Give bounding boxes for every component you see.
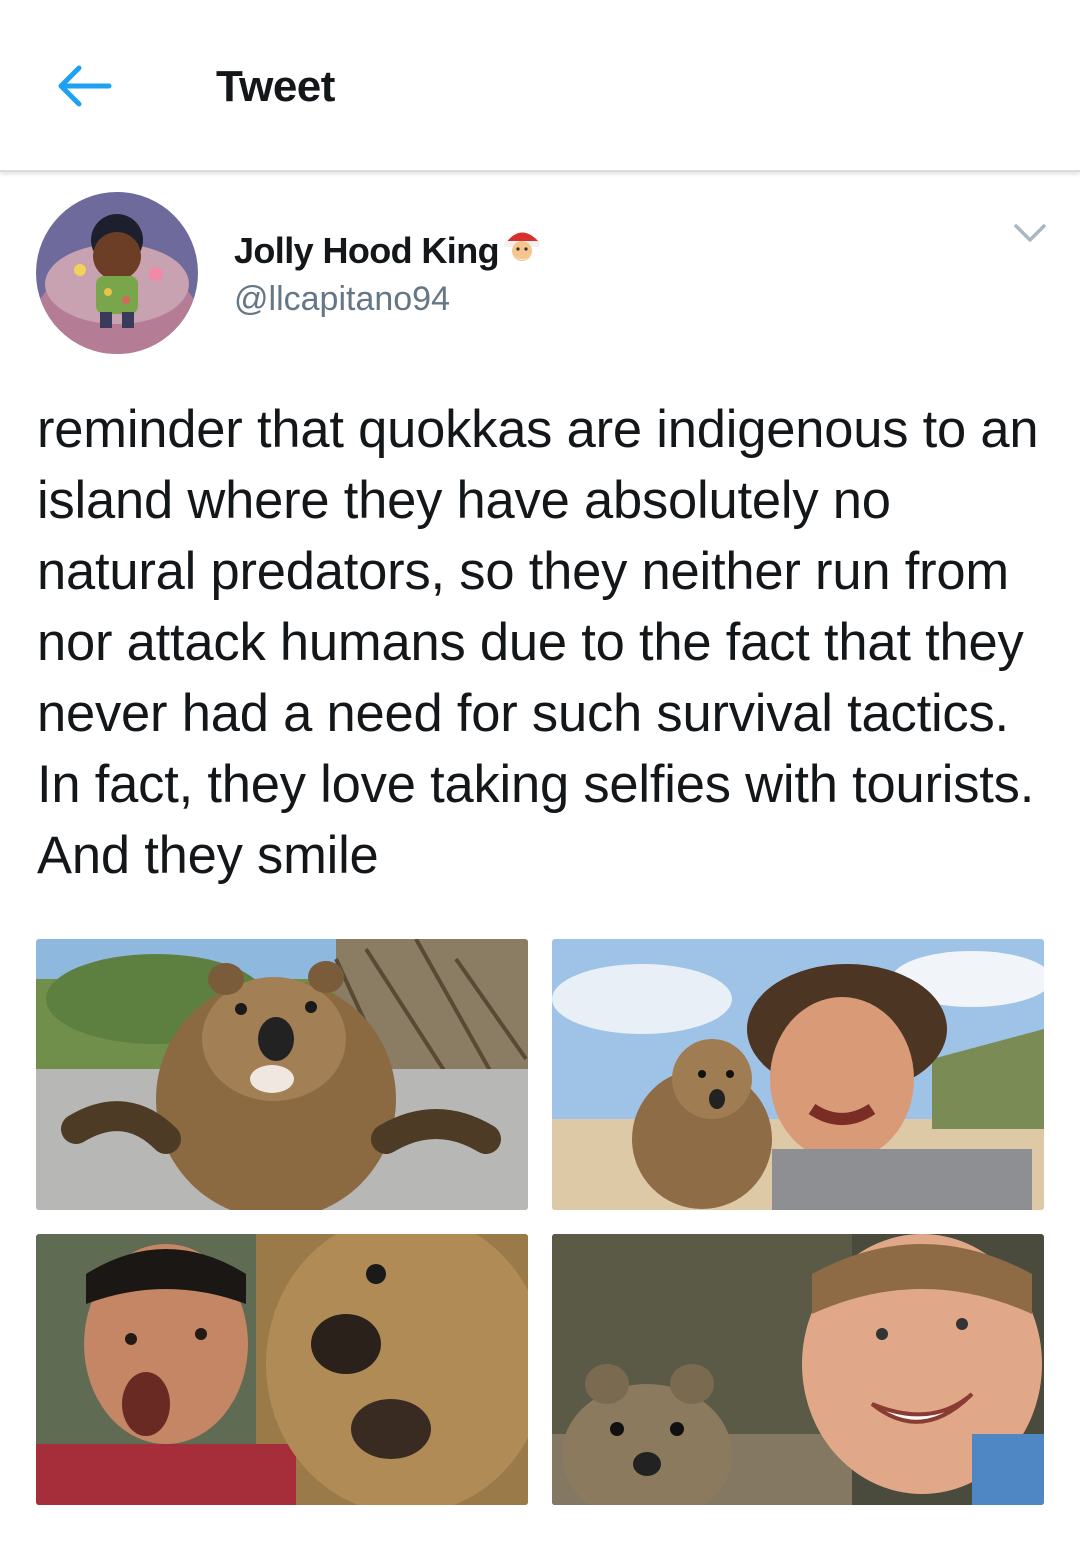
author-handle[interactable]: @llcapitano94: [234, 280, 450, 319]
media-photo-3[interactable]: [36, 1234, 528, 1505]
page-title: Tweet: [216, 62, 335, 111]
media-photo-1[interactable]: [36, 939, 528, 1210]
santa-emoji-icon: [501, 226, 543, 275]
arrow-left-icon: [58, 65, 112, 107]
back-button[interactable]: [52, 56, 116, 116]
tweet-text: reminder that quokkas are indigenous to …: [37, 400, 1039, 885]
media-photo-4[interactable]: [552, 1234, 1044, 1505]
media-photo-2[interactable]: [552, 939, 1044, 1210]
top-app-bar: Tweet: [0, 0, 1080, 172]
author-name-text: Jolly Hood King: [234, 229, 500, 271]
author-display-name[interactable]: Jolly Hood King: [234, 226, 543, 275]
tweet-options-button[interactable]: [1010, 218, 1050, 248]
chevron-down-icon: [1014, 224, 1046, 242]
media-grid: [36, 939, 1044, 1505]
avatar[interactable]: [36, 192, 198, 354]
